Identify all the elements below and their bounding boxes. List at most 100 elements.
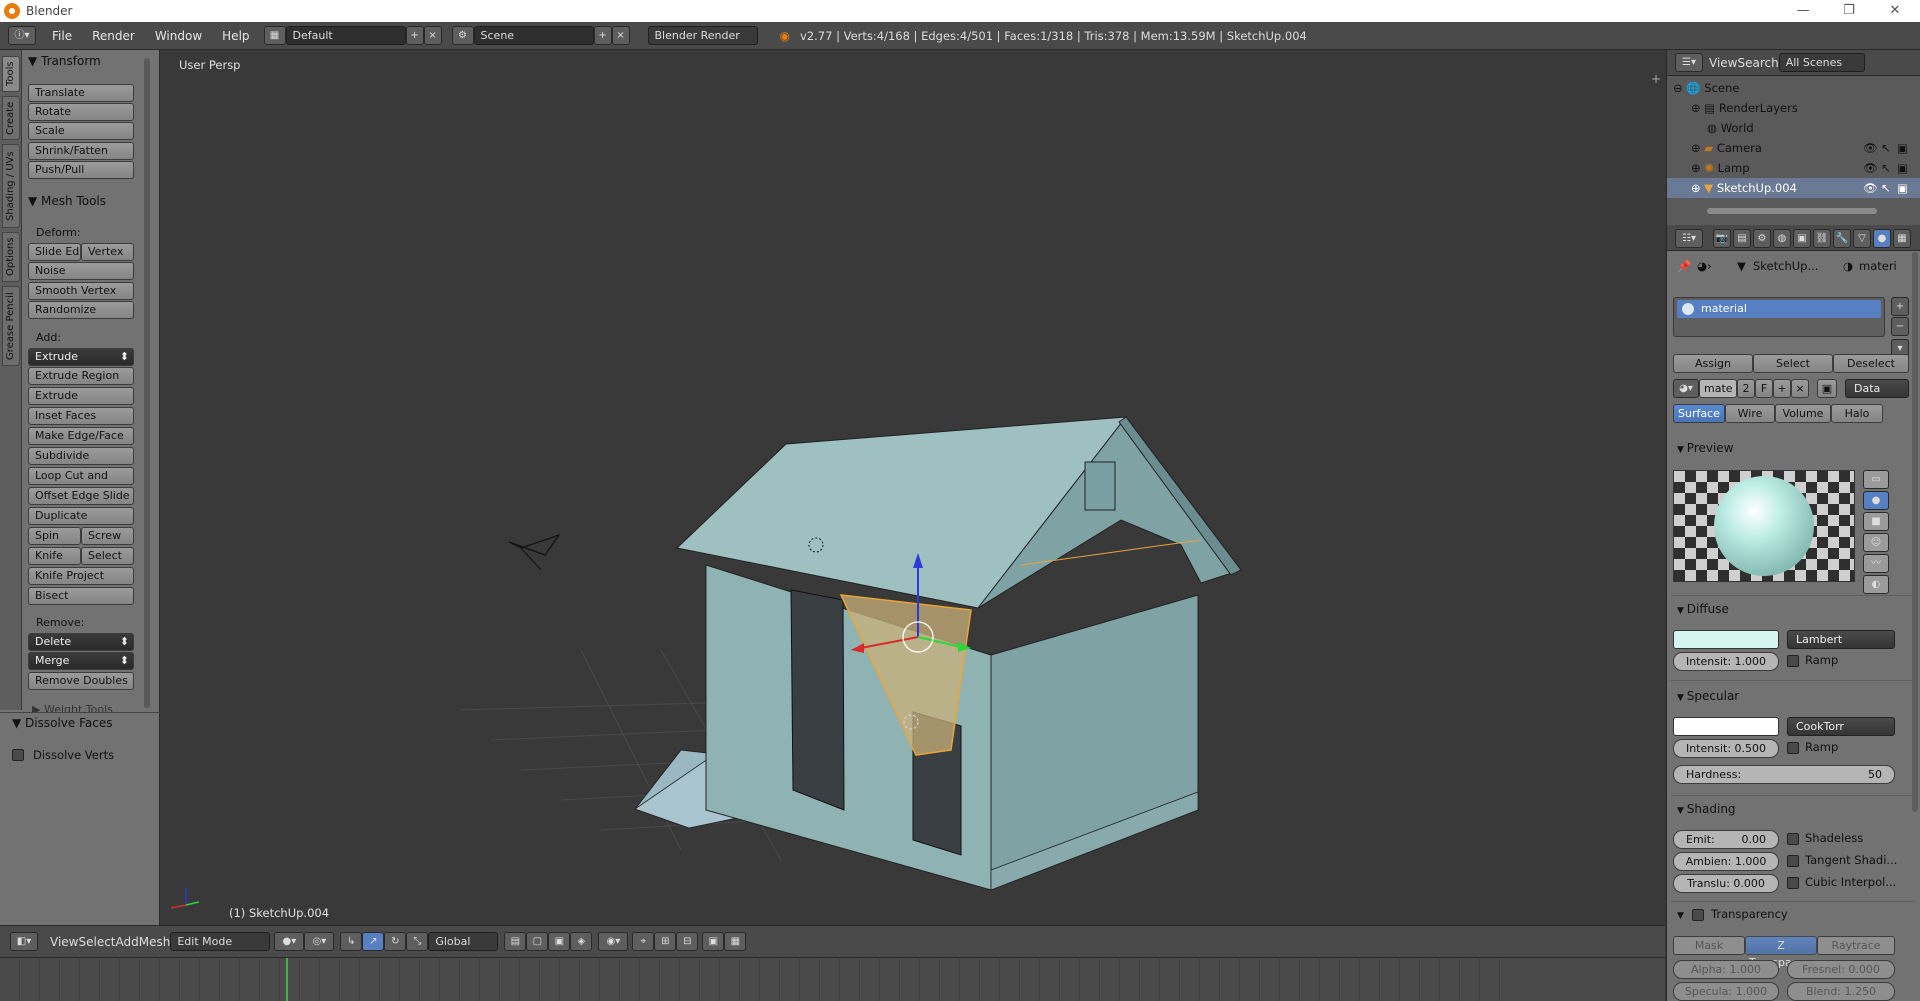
visibility-eye-icon[interactable]: 👁 [1863,158,1878,178]
visibility-eye-icon[interactable]: 👁 [1863,178,1878,198]
material-slot-list[interactable]: material [1673,297,1885,337]
translucency-field[interactable]: Translu: 0.000 [1673,874,1779,893]
renderable-camera-icon[interactable]: ▣ [1897,138,1908,158]
menu-window[interactable]: Window [145,29,212,43]
fresnel-field[interactable]: Fresnel: 0.000 [1787,960,1895,979]
tab-grease-pencil[interactable]: Grease Pencil [2,286,20,366]
face-select-icon[interactable]: ◈ [570,932,593,951]
scene-icon[interactable]: ⚙ [451,26,474,45]
merge-menu-button[interactable]: Merge ⬍ [28,652,134,670]
diffuse-ramp-checkbox[interactable] [1787,655,1799,667]
expand-icon[interactable]: ⊕ [1691,101,1701,115]
pin-icon[interactable]: 📌 [1677,259,1691,273]
knife-project-button[interactable]: Knife Project [28,567,134,585]
timeline-playhead[interactable] [286,958,288,1001]
tab-volume[interactable]: Volume [1775,404,1831,423]
tab-tools[interactable]: Tools [2,56,20,92]
preview-cube-icon[interactable]: ■ [1863,512,1889,531]
mesh-tools-panel-header[interactable]: ▼ Mesh Tools [28,194,106,208]
bisect-button[interactable]: Bisect [28,587,134,605]
tab-halo[interactable]: Halo [1831,404,1883,423]
loop-cut-slide-button[interactable]: Loop Cut and Slide [28,467,134,498]
specular-intensity-field[interactable]: Intensit: 0.500 [1673,739,1779,758]
menu-add[interactable]: Add [116,935,139,949]
viewport-shading-icon[interactable]: ●▾ [274,932,305,951]
layout-grid-icon[interactable]: ▦ [263,26,286,45]
extrude-menu-button[interactable]: Extrude ⬍ [28,348,134,366]
preview-monkey-icon[interactable]: ☺ [1863,533,1889,552]
assign-button[interactable]: Assign [1673,354,1753,373]
material-slot-row[interactable]: material [1677,300,1881,318]
mode-select[interactable]: Edit Mode [170,932,271,951]
menu-file[interactable]: File [42,29,82,43]
shading-panel-header[interactable]: Shading [1677,802,1736,816]
properties-scrollbar[interactable] [1912,252,1918,812]
render-opengl-icon[interactable]: ▣ [702,932,725,951]
tab-shading-uvs[interactable]: Shading / UVs [2,144,20,228]
spin-button[interactable]: Spin [28,527,81,545]
outliner-row-renderlayers[interactable]: ⊕ ▤ RenderLayers [1667,98,1920,118]
material-browse-icon[interactable]: ◕▾ [1673,379,1699,398]
tangent-shading-checkbox[interactable] [1787,855,1799,867]
trans-mode-ztransparency[interactable]: Z Transpare... [1745,936,1817,969]
selectable-cursor-icon[interactable]: ↖ [1881,158,1891,178]
extrude-region-button[interactable]: Extrude Region [28,367,134,385]
deselect-button[interactable]: Deselect [1833,354,1909,373]
alpha-field[interactable]: Alpha: 1.000 [1673,960,1779,979]
dissolve-faces-header[interactable]: ▼ Dissolve Faces [12,716,113,730]
scene-remove-icon[interactable]: × [611,26,630,45]
tab-create[interactable]: Create [2,96,20,140]
inset-faces-button[interactable]: Inset Faces [28,407,134,425]
translate-button[interactable]: Translate [28,84,134,102]
scene-context-icon[interactable]: ⚙ [1753,229,1771,248]
trans-mode-raytrace[interactable]: Raytrace [1817,936,1895,955]
editor-type-outliner-icon[interactable]: ☰▾ [1675,53,1703,72]
outliner-hscroll[interactable] [1707,208,1877,214]
tab-wire[interactable]: Wire [1725,404,1775,423]
snap-toggle-icon[interactable]: ⌖ [632,932,655,951]
snap-element-icon[interactable]: ⊞ [654,932,677,951]
renderlayer-context-icon[interactable]: ▤ [1733,229,1751,248]
layout-add-icon[interactable]: + [405,26,424,45]
timeline[interactable] [0,957,1665,1001]
diffuse-color-swatch[interactable] [1673,630,1779,649]
knife-select-button[interactable]: Select [81,547,134,565]
link-select[interactable]: Data [1845,379,1909,398]
expand-icon[interactable]: ⊕ [1691,141,1701,155]
emit-field[interactable]: Emit: 0.00 [1673,830,1779,849]
menu-mesh[interactable]: Mesh [139,935,171,949]
slot-remove-icon[interactable]: − [1891,317,1909,336]
transform-panel-header[interactable]: ▼ Transform [28,54,101,68]
ambient-field[interactable]: Ambien: 1.000 [1673,852,1779,871]
rotate-manipulator-icon[interactable]: ↻ [384,932,407,951]
shadeless-checkbox[interactable] [1787,833,1799,845]
menu-view[interactable]: View [50,935,78,949]
shrink-fatten-button[interactable]: Shrink/Fatten [28,142,134,160]
dissolve-verts-checkbox[interactable] [12,749,24,761]
specular-color-swatch[interactable] [1673,717,1779,736]
remove-doubles-button[interactable]: Remove Doubles [28,672,134,690]
editor-type-properties-icon[interactable]: ☷▾ [1675,229,1703,248]
outliner-menu-search[interactable]: Search [1737,56,1778,70]
edge-select-icon[interactable]: ▣ [548,932,571,951]
3d-viewport[interactable]: User Persp (1) SketchUp.004 + [161,50,1665,925]
editor-type-3dview-icon[interactable]: ◧▾ [10,932,38,951]
fake-user-button[interactable]: F [1755,379,1773,398]
translate-manipulator-icon[interactable]: ↗ [362,932,385,951]
visibility-eye-icon[interactable]: 👁 [1863,138,1878,158]
preview-sky-icon[interactable]: ◐ [1863,575,1889,594]
hardness-slider[interactable]: Hardness: 50 [1673,765,1895,784]
specular-shader-select[interactable]: CookTorr [1787,717,1895,736]
close-icon[interactable]: ✕ [1872,0,1918,22]
pivot-point-icon[interactable]: ◎▾ [304,932,335,951]
layer-toggle-icon[interactable]: ▤ [504,932,527,951]
collapse-icon[interactable]: ⊖ [1673,81,1683,95]
outliner-menu-view[interactable]: View [1709,56,1737,70]
scale-button[interactable]: Scale [28,122,134,140]
outliner-row-lamp[interactable]: ⊕ ✺ Lamp 👁 ↖ ▣ [1667,158,1920,178]
toolshelf-scrollbar[interactable] [144,58,150,708]
proportional-edit-icon[interactable]: ◉▾ [598,932,629,951]
outliner-row-scene[interactable]: ⊖ 🌐 Scene [1667,78,1920,98]
outliner-row-world[interactable]: ◍ World [1667,118,1920,138]
subdivide-button[interactable]: Subdivide [28,447,134,465]
